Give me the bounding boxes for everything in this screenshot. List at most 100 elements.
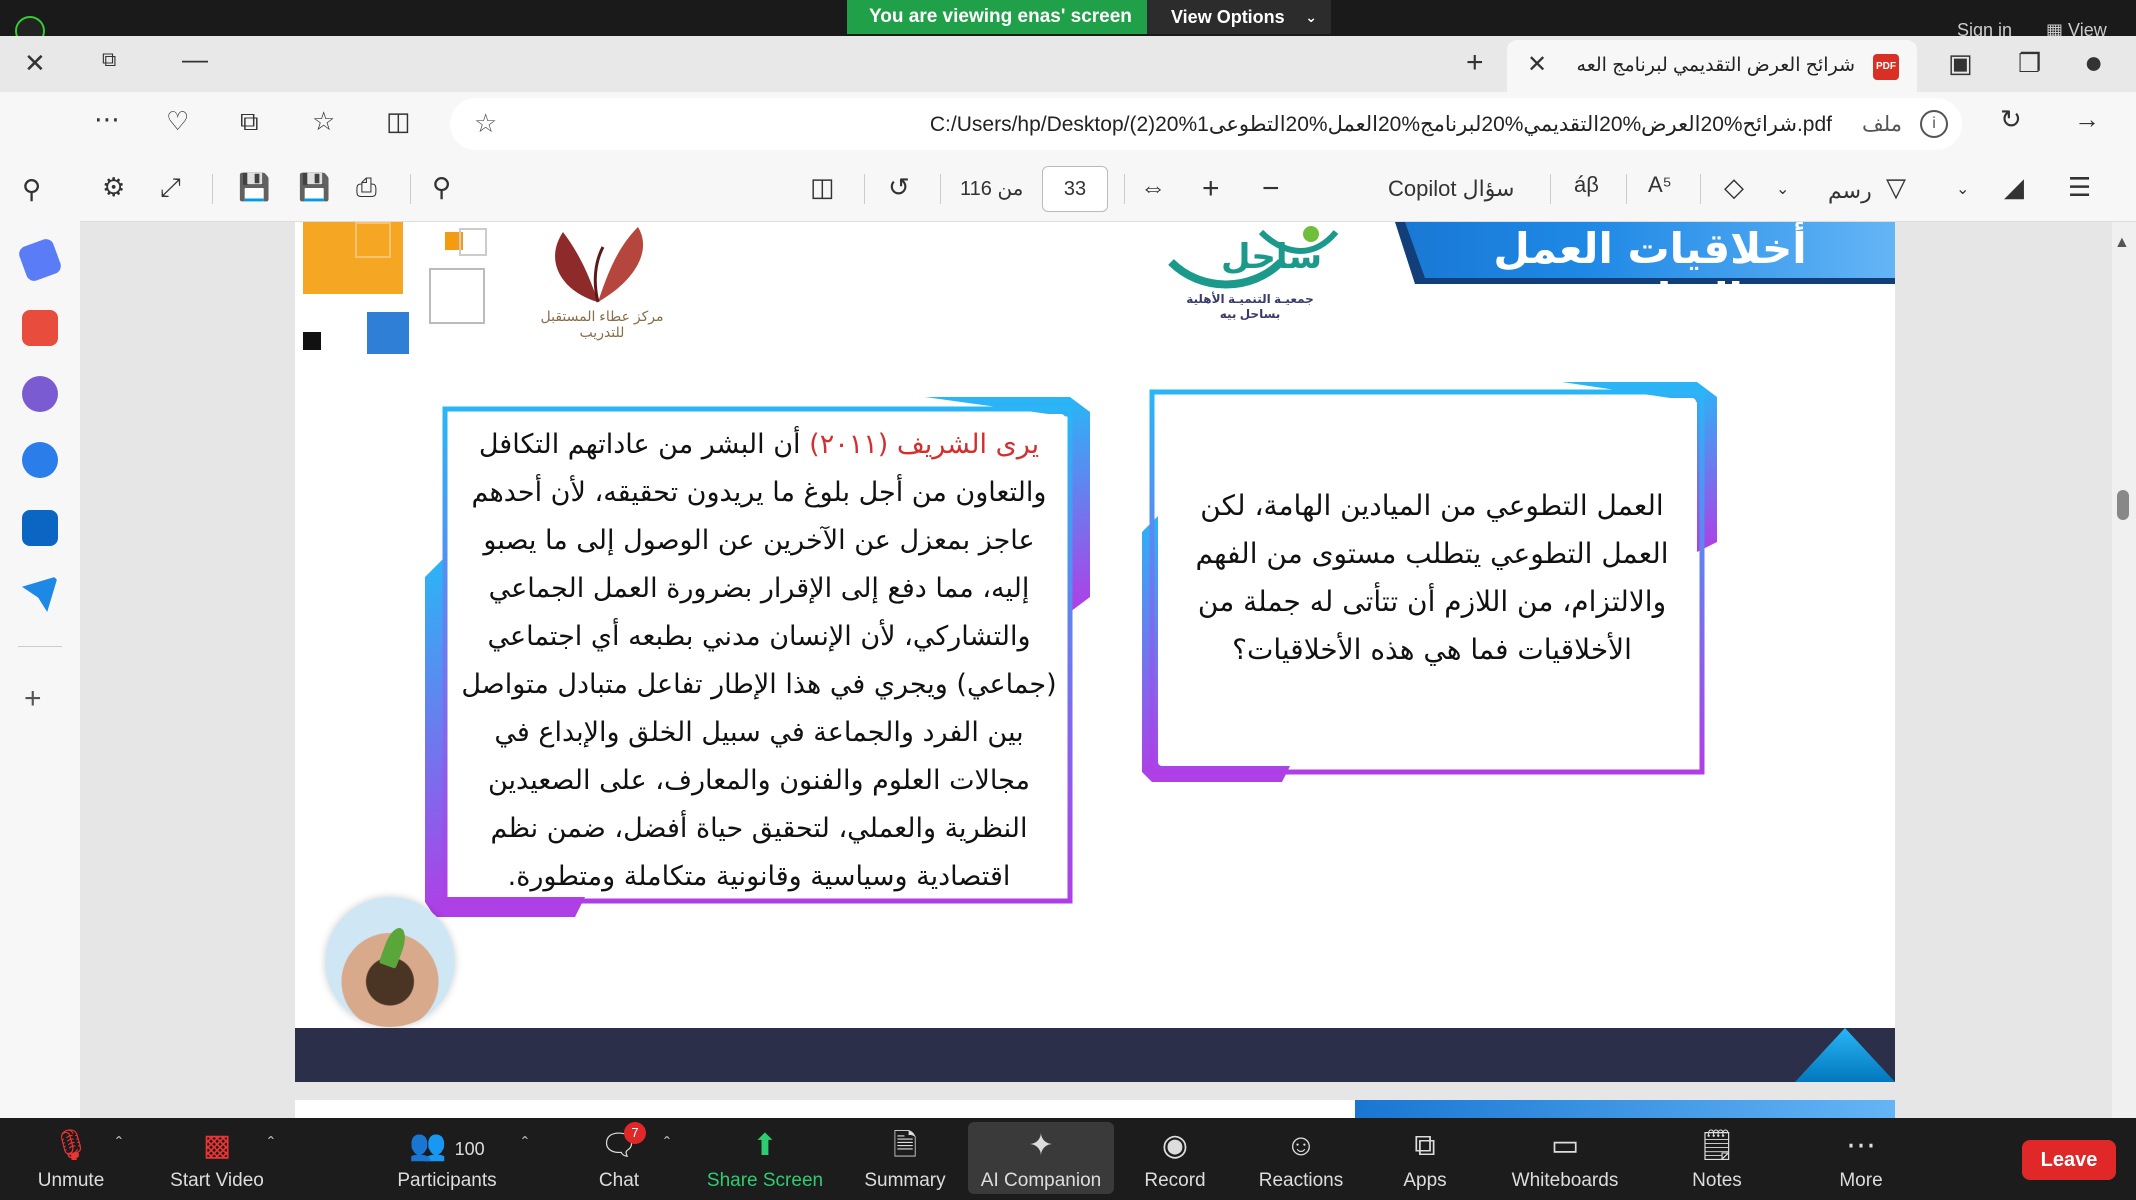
address-file-label: ملف bbox=[1862, 113, 1902, 136]
unmute-label: Unmute bbox=[37, 1170, 105, 1191]
browser-essentials-icon[interactable]: ♡ bbox=[166, 108, 189, 134]
slide-title: أخلاقيات العمل التطوعي bbox=[1493, 224, 1807, 323]
ask-copilot-button[interactable]: Copilot سؤال bbox=[1388, 176, 1515, 202]
microsoft365-icon[interactable] bbox=[22, 442, 58, 478]
participants-caret-icon[interactable]: ˆ bbox=[522, 1134, 528, 1155]
butterfly-logo-icon bbox=[555, 227, 644, 303]
summary-label: Summary bbox=[864, 1170, 946, 1191]
tab-actions-icon[interactable]: ▣ bbox=[1948, 50, 1973, 76]
ai-companion-label: AI Companion bbox=[980, 1170, 1102, 1191]
more-options-icon[interactable]: ⋯ bbox=[94, 106, 120, 132]
contents-list-icon[interactable]: ☰ bbox=[2068, 174, 2091, 200]
zoom-top-bar: You are viewing enas' screen View Option… bbox=[0, 0, 2136, 46]
summary-button[interactable]: 🗎 Summary bbox=[840, 1126, 970, 1192]
reactions-button[interactable]: ☺ Reactions bbox=[1236, 1126, 1366, 1192]
info-icon[interactable]: i bbox=[1920, 110, 1948, 138]
toolbar-divider bbox=[864, 174, 865, 204]
add-sidebar-app-icon[interactable]: + bbox=[24, 684, 42, 714]
find-search-icon[interactable]: ⚲ bbox=[432, 174, 451, 200]
eraser-icon[interactable]: ◇ bbox=[1724, 174, 1744, 200]
refresh-icon[interactable]: ↻ bbox=[2000, 106, 2022, 132]
leave-meeting-button[interactable]: Leave bbox=[2022, 1140, 2116, 1180]
participants-button[interactable]: 👥 100 Participants bbox=[382, 1126, 512, 1192]
summary-document-icon: 🗎 bbox=[892, 1129, 918, 1162]
favorites-icon[interactable]: ☆ bbox=[312, 108, 335, 134]
tools-icon[interactable] bbox=[22, 310, 58, 346]
tab-pdf-document[interactable]: ✕ شرائح العرض التقديمي لبرنامج العه PDF bbox=[1507, 40, 1917, 92]
more-button[interactable]: ⋯ More bbox=[1796, 1126, 1926, 1192]
share-screen-button[interactable]: ⬆ Share Screen bbox=[700, 1126, 830, 1192]
scroll-up-arrow-icon[interactable]: ▲ bbox=[2114, 234, 2130, 252]
apps-label: Apps bbox=[1403, 1170, 1447, 1191]
page-number-input[interactable]: 33 bbox=[1042, 166, 1108, 212]
toolbar-divider bbox=[212, 174, 213, 204]
highlight-icon[interactable]: ◢ bbox=[2004, 174, 2024, 200]
restore-window-icon[interactable]: ⧉ bbox=[102, 50, 116, 70]
apps-button[interactable]: ⧉ Apps bbox=[1360, 1126, 1490, 1192]
right-box-text: العمل التطوعي من الميادين الهامة، لكن ال… bbox=[1195, 489, 1669, 666]
settings-gear-icon[interactable]: ⚙ bbox=[102, 174, 125, 200]
eraser-dropdown-icon[interactable]: ⌄ bbox=[1776, 182, 1789, 198]
whiteboards-label: Whiteboards bbox=[1511, 1170, 1619, 1191]
new-tab-icon[interactable]: + bbox=[1466, 48, 1484, 78]
sahel-logo-name: ساحل bbox=[1221, 237, 1322, 277]
save-icon[interactable]: 💾 bbox=[298, 174, 330, 200]
outlook-icon[interactable] bbox=[22, 510, 58, 546]
fullscreen-icon[interactable]: ⤢ bbox=[160, 174, 181, 200]
start-video-button[interactable]: ▩ Start Video bbox=[152, 1126, 282, 1192]
toolbar-divider bbox=[410, 174, 411, 204]
collections-add-icon[interactable]: ⧉ bbox=[240, 108, 259, 134]
draw-pen-icon[interactable]: ▽ bbox=[1886, 174, 1906, 200]
chat-caret-icon[interactable]: ˆ bbox=[664, 1134, 670, 1155]
minimize-icon[interactable]: — bbox=[182, 46, 208, 72]
print-icon[interactable]: ⎙ bbox=[356, 174, 377, 200]
favorite-star-icon[interactable]: ☆ bbox=[474, 108, 497, 139]
toolbar-divider bbox=[1124, 174, 1125, 204]
scrollbar-thumb[interactable] bbox=[2117, 490, 2129, 520]
address-url[interactable]: C:/Users/hp/Desktop/(2)20%1شرائح%20العرض… bbox=[930, 112, 1832, 137]
zoom-in-icon[interactable]: + bbox=[1202, 174, 1220, 204]
read-aloud-icon[interactable]: A⁵ bbox=[1648, 174, 1672, 196]
translate-icon[interactable]: áβ bbox=[1574, 174, 1599, 196]
profile-avatar-icon[interactable]: ● bbox=[2084, 46, 2103, 78]
toolbar-divider bbox=[1700, 174, 1701, 204]
ai-companion-button[interactable]: ✦ AI Companion bbox=[968, 1122, 1114, 1194]
vertical-scrollbar[interactable] bbox=[2112, 222, 2136, 1118]
tab-close-icon[interactable]: ✕ bbox=[1527, 50, 1547, 79]
shopping-tag-icon[interactable] bbox=[16, 236, 64, 284]
draw-button[interactable]: رسم bbox=[1828, 178, 1872, 204]
address-bar[interactable]: ☆ C:/Users/hp/Desktop/(2)20%1شرائح%20الع… bbox=[450, 98, 1962, 150]
audio-options-caret-icon[interactable]: ˆ bbox=[116, 1134, 122, 1155]
record-icon: ◉ bbox=[1161, 1129, 1189, 1162]
forward-arrow-icon[interactable]: → bbox=[2074, 106, 2100, 132]
save-as-icon[interactable]: 💾 bbox=[238, 174, 270, 200]
sahel-logo-subtitle: جمعيـة التنميـة الأهلية بساحل بيه bbox=[1186, 292, 1314, 321]
share-screen-icon: ⬆ bbox=[752, 1129, 778, 1162]
close-icon[interactable]: ✕ bbox=[24, 50, 46, 76]
more-dots-icon: ⋯ bbox=[1846, 1129, 1876, 1162]
small-square-outline-deco bbox=[459, 228, 487, 256]
notes-icon: 🗒 bbox=[1697, 1129, 1737, 1162]
view-options-button[interactable]: View Options ⌄ bbox=[1147, 0, 1331, 34]
zoom-out-icon[interactable]: − bbox=[1262, 174, 1280, 204]
split-screen-icon[interactable]: ◫ bbox=[386, 108, 411, 134]
black-square-deco bbox=[303, 332, 321, 350]
toolbar-divider bbox=[1626, 174, 1627, 204]
notes-button[interactable]: 🗒 Notes bbox=[1652, 1126, 1782, 1192]
citation-highlight: يرى الشريف (٢٠١١) bbox=[809, 429, 1040, 460]
toolbar-divider bbox=[940, 174, 941, 204]
video-options-caret-icon[interactable]: ˆ bbox=[268, 1134, 274, 1155]
record-button[interactable]: ◉ Record bbox=[1110, 1126, 1240, 1192]
games-icon[interactable] bbox=[22, 376, 58, 412]
more-label: More bbox=[1839, 1170, 1883, 1191]
fit-width-icon[interactable]: ⇔ bbox=[1140, 174, 1166, 200]
drop-icon[interactable] bbox=[22, 576, 58, 612]
page-total-label: 116 من bbox=[960, 178, 1024, 200]
draw-dropdown-icon[interactable]: ⌄ bbox=[1956, 182, 1969, 198]
pdf-toolbar: ⚙ ⤢ 💾 💾 ⎙ ⚲ ◫ ↺ 116 من 33 ⇔ + − Copilot … bbox=[80, 156, 2136, 222]
collections-icon[interactable]: ❐ bbox=[2018, 50, 2041, 76]
page-view-icon[interactable]: ◫ bbox=[810, 174, 835, 200]
whiteboards-button[interactable]: ▭ Whiteboards bbox=[1500, 1126, 1630, 1192]
search-icon[interactable]: ⚲ bbox=[22, 176, 41, 202]
rotate-icon[interactable]: ↺ bbox=[888, 174, 910, 200]
